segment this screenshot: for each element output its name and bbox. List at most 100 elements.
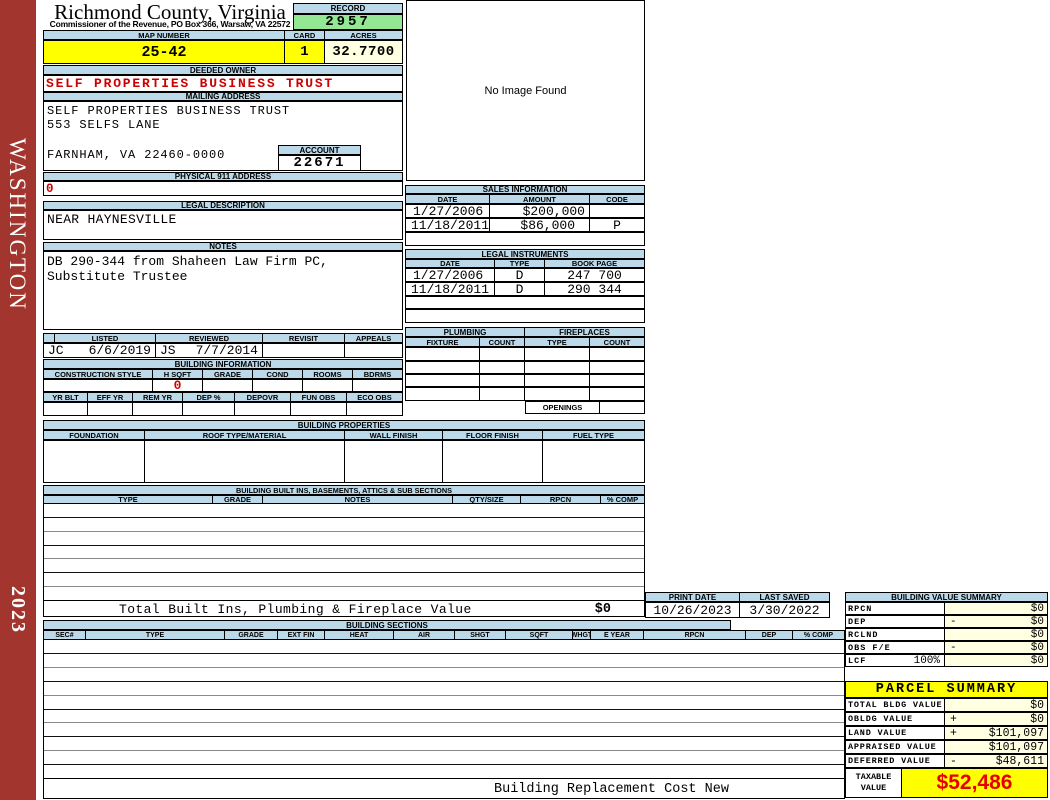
- legal-description-box: NEAR HAYNESVILLE: [43, 210, 403, 240]
- extfin-label: EXT FIN: [278, 630, 325, 640]
- sales-information-label: SALES INFORMATION: [405, 185, 645, 194]
- building-sections-empty-rows: [43, 640, 845, 778]
- card-label: CARD: [285, 30, 325, 40]
- openings-label: OPENINGS: [525, 401, 600, 414]
- instrument-bookpage-value: 247 700: [545, 268, 645, 282]
- taxable-value: $52,486: [936, 771, 1013, 794]
- depovr-label: DEPOVR: [235, 392, 291, 402]
- instrument-date-label: DATE: [405, 259, 495, 268]
- remyr-value: [133, 402, 183, 416]
- revisit-label: REVISIT: [263, 333, 345, 343]
- hsqft-label: H SQFT: [153, 369, 203, 379]
- last-saved-label: LAST SAVED: [740, 592, 830, 602]
- hsqft-value: 0: [153, 379, 203, 392]
- fixture-count-label: COUNT: [480, 337, 525, 347]
- dep-pct-value: [183, 402, 235, 416]
- ecoobs-label: ECO OBS: [347, 392, 403, 402]
- district-name: WASHINGTON: [5, 138, 30, 311]
- builtins-rpcn-label: RPCN: [521, 495, 601, 504]
- plumbing-row: [405, 361, 645, 374]
- property-photo-box: No Image Found: [406, 0, 645, 181]
- mailing-address-label: MAILING ADDRESS: [43, 92, 403, 101]
- legal-description-value: NEAR HAYNESVILLE: [47, 212, 177, 227]
- sec-label: SEC#: [43, 630, 86, 640]
- yrblt-value: [43, 402, 88, 416]
- cond-label: COND: [253, 369, 303, 379]
- roof-type-label: ROOF TYPE/MATERIAL: [145, 430, 345, 440]
- deeded-owner-label: DEEDED OWNER: [43, 65, 403, 75]
- listed-cell: JC 6/6/2019: [43, 343, 156, 358]
- parcel-summary-row: TOTAL BLDG VALUE $0: [845, 698, 1048, 712]
- print-date-label: PRINT DATE: [645, 592, 740, 602]
- plumbing-row: [405, 374, 645, 387]
- tax-year: 2023: [7, 586, 29, 634]
- effyr-value: [88, 402, 133, 416]
- wall-finish-label: WALL FINISH: [345, 430, 443, 440]
- fireplace-count-label: COUNT: [590, 337, 645, 347]
- grade-label: GRADE: [203, 369, 253, 379]
- bdrms-value: [353, 379, 403, 392]
- ecoobs-value: [347, 402, 403, 416]
- built-ins-label: BUILDING BUILT INS, BASEMENTS, ATTICS & …: [43, 485, 645, 495]
- last-saved-value: 3/30/2022: [740, 602, 830, 618]
- property-record-card: WASHINGTON 2023 Richmond County, Virgini…: [0, 0, 1050, 800]
- map-number-value: 25-42: [43, 40, 285, 64]
- brcn-label: Building Replacement Cost New: [494, 782, 729, 797]
- plumbing-row: [405, 387, 645, 401]
- floor-finish-label: FLOOR FINISH: [443, 430, 543, 440]
- appeals-label: APPEALS: [345, 333, 403, 343]
- whgt-label: WHGT: [573, 630, 591, 640]
- sales-amount-value: $86,000: [490, 218, 590, 232]
- sales-date-value: 11/18/2011: [405, 218, 490, 232]
- parcel-summary-row: LAND VALUE + $101,097: [845, 726, 1048, 740]
- dep-pct-label: DEP %: [183, 392, 235, 402]
- notes-line-1: DB 290-344 from Shaheen Law Firm PC,: [47, 254, 328, 269]
- builtins-total-label: Total Built Ins, Plumbing & Fireplace Va…: [119, 602, 472, 617]
- parcel-summary-row: DEFERRED VALUE - $48,611: [845, 754, 1048, 768]
- fixture-label: FIXTURE: [405, 337, 480, 347]
- instrument-row: 1/27/2006 D 247 700: [405, 268, 645, 282]
- plumbing-row: [405, 347, 645, 361]
- sales-row: 1/27/2006 $200,000: [405, 204, 645, 218]
- builtins-empty-rows: [43, 504, 645, 600]
- instrument-type-value: D: [495, 282, 545, 296]
- physical-address-label: PHYSICAL 911 ADDRESS: [43, 172, 403, 181]
- depovr-value: [235, 402, 291, 416]
- builtins-grade-label: GRADE: [213, 495, 263, 504]
- openings-row: OPENINGS: [525, 401, 645, 414]
- print-date-value: 10/26/2023: [645, 602, 740, 618]
- review-lead-cell: [43, 333, 55, 343]
- instrument-bookpage-value: 290 344: [545, 282, 645, 296]
- instrument-row: 11/18/2011 D 290 344: [405, 282, 645, 296]
- acres-label: ACRES: [325, 30, 403, 40]
- bvs-row: RCLND $0: [845, 628, 1048, 641]
- cond-value: [253, 379, 303, 392]
- sales-empty-row: [405, 232, 645, 246]
- fuel-type-label: FUEL TYPE: [543, 430, 645, 440]
- physical-address-value: 0: [46, 181, 54, 196]
- instrument-empty-row: [405, 296, 645, 309]
- account-number: 22671: [278, 155, 361, 171]
- builtins-total-row: Total Built Ins, Plumbing & Fireplace Va…: [43, 600, 645, 617]
- fireplace-type-label: TYPE: [525, 337, 590, 347]
- record-number: 2957: [293, 14, 403, 30]
- foundation-label: FOUNDATION: [43, 430, 145, 440]
- heat-label: HEAT: [325, 630, 394, 640]
- instrument-type-label: TYPE: [495, 259, 545, 268]
- sales-code-value: [590, 204, 645, 218]
- bvs-row: OBS F/E - $0: [845, 641, 1048, 654]
- funobs-value: [291, 402, 347, 416]
- sales-code-value: P: [590, 218, 645, 232]
- taxable-label: TAXABLE: [855, 772, 892, 783]
- builtins-total-value: $0: [594, 602, 611, 617]
- notes-box: DB 290-344 from Shaheen Law Firm PC, Sub…: [43, 251, 403, 330]
- effyr-label: EFF YR: [88, 392, 133, 402]
- appeals-cell: [345, 343, 403, 358]
- listed-label: LISTED: [55, 333, 156, 343]
- bvs-row: DEP - $0: [845, 615, 1048, 628]
- plumbing-label: PLUMBING: [405, 327, 525, 337]
- building-information-label: BUILDING INFORMATION: [43, 359, 403, 369]
- builtins-notes-label: NOTES: [263, 495, 453, 504]
- eyear-label: E YEAR: [591, 630, 644, 640]
- grade-value: [203, 379, 253, 392]
